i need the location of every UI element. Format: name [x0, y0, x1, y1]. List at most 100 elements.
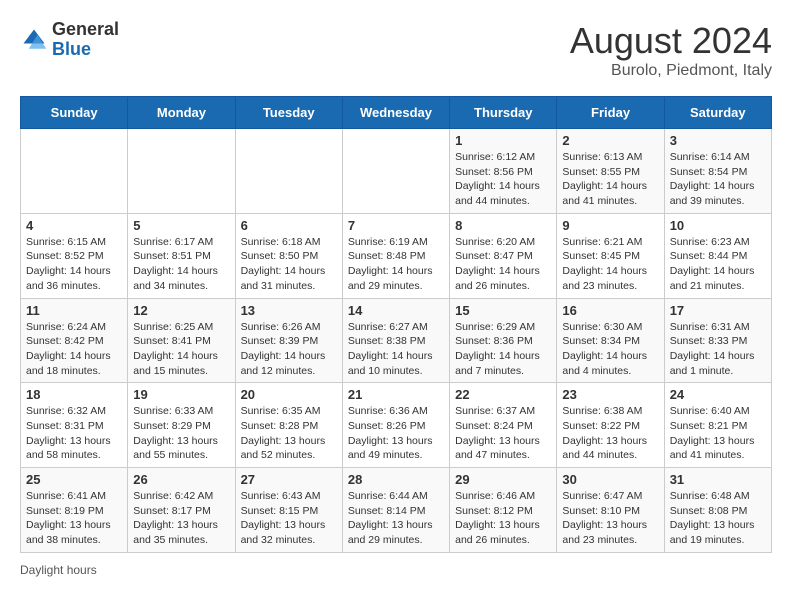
day-number: 8 — [455, 218, 551, 233]
day-number: 25 — [26, 472, 122, 487]
day-info: Sunrise: 6:47 AM Sunset: 8:10 PM Dayligh… — [562, 489, 658, 548]
day-info: Sunrise: 6:26 AM Sunset: 8:39 PM Dayligh… — [241, 320, 337, 379]
day-number: 24 — [670, 387, 766, 402]
calendar-cell: 21 Sunrise: 6:36 AM Sunset: 8:26 PM Dayli… — [342, 383, 449, 468]
calendar-cell: 8Sunrise: 6:20 AM Sunset: 8:47 PM Daylig… — [450, 213, 557, 298]
day-info: Sunrise: 6:17 AM Sunset: 8:51 PM Dayligh… — [133, 235, 229, 294]
day-of-week-header: Saturday — [664, 97, 771, 129]
logo-blue-text: Blue — [52, 39, 91, 59]
calendar-cell — [235, 129, 342, 214]
day-number: 23 — [562, 387, 658, 402]
calendar-cell: 9 Sunrise: 6:21 AM Sunset: 8:45 PM Daylig… — [557, 213, 664, 298]
calendar-cell: 12 Sunrise: 6:25 AM Sunset: 8:41 PM Dayli… — [128, 298, 235, 383]
day-info: Sunrise: 6:35 AM Sunset: 8:28 PM Dayligh… — [241, 404, 337, 463]
calendar-cell: 1 Sunrise: 6:12 AM Sunset: 8:56 PM Daylig… — [450, 129, 557, 214]
day-info: Sunrise: 6:36 AM Sunset: 8:26 PM Dayligh… — [348, 404, 444, 463]
day-number: 19 — [133, 387, 229, 402]
calendar-cell — [21, 129, 128, 214]
day-info: Sunrise: 6:38 AM Sunset: 8:22 PM Dayligh… — [562, 404, 658, 463]
day-info: Sunrise: 6:18 AM Sunset: 8:50 PM Dayligh… — [241, 235, 337, 294]
calendar-cell: 5Sunrise: 6:17 AM Sunset: 8:51 PM Daylig… — [128, 213, 235, 298]
calendar-cell: 25 Sunrise: 6:41 AM Sunset: 8:19 PM Dayli… — [21, 468, 128, 553]
day-info: Sunrise: 6:41 AM Sunset: 8:19 PM Dayligh… — [26, 489, 122, 548]
calendar-cell: 28 Sunrise: 6:44 AM Sunset: 8:14 PM Dayli… — [342, 468, 449, 553]
calendar-cell: 20 Sunrise: 6:35 AM Sunset: 8:28 PM Dayli… — [235, 383, 342, 468]
day-info: Sunrise: 6:42 AM Sunset: 8:17 PM Dayligh… — [133, 489, 229, 548]
day-info: Sunrise: 6:29 AM Sunset: 8:36 PM Dayligh… — [455, 320, 551, 379]
logo-icon — [20, 26, 48, 54]
day-number: 26 — [133, 472, 229, 487]
calendar-cell: 23 Sunrise: 6:38 AM Sunset: 8:22 PM Dayli… — [557, 383, 664, 468]
calendar-week-row: 18 Sunrise: 6:32 AM Sunset: 8:31 PM Dayli… — [21, 383, 772, 468]
day-number: 2 — [562, 133, 658, 148]
day-info: Sunrise: 6:43 AM Sunset: 8:15 PM Dayligh… — [241, 489, 337, 548]
day-number: 9 — [562, 218, 658, 233]
day-info: Sunrise: 6:46 AM Sunset: 8:12 PM Dayligh… — [455, 489, 551, 548]
calendar-cell: 6 Sunrise: 6:18 AM Sunset: 8:50 PM Daylig… — [235, 213, 342, 298]
day-number: 31 — [670, 472, 766, 487]
day-of-week-header: Wednesday — [342, 97, 449, 129]
day-number: 27 — [241, 472, 337, 487]
day-number: 28 — [348, 472, 444, 487]
day-info: Sunrise: 6:12 AM Sunset: 8:56 PM Dayligh… — [455, 150, 551, 209]
calendar-cell: 24 Sunrise: 6:40 AM Sunset: 8:21 PM Dayli… — [664, 383, 771, 468]
day-number: 22 — [455, 387, 551, 402]
day-info: Sunrise: 6:40 AM Sunset: 8:21 PM Dayligh… — [670, 404, 766, 463]
day-number: 29 — [455, 472, 551, 487]
calendar-cell: 29 Sunrise: 6:46 AM Sunset: 8:12 PM Dayli… — [450, 468, 557, 553]
calendar-cell: 17 Sunrise: 6:31 AM Sunset: 8:33 PM Dayli… — [664, 298, 771, 383]
page-header: General Blue August 2024 Burolo, Piedmon… — [20, 20, 772, 80]
legend: Daylight hours — [20, 563, 772, 577]
calendar-cell: 11Sunrise: 6:24 AM Sunset: 8:42 PM Dayli… — [21, 298, 128, 383]
day-info: Sunrise: 6:27 AM Sunset: 8:38 PM Dayligh… — [348, 320, 444, 379]
calendar-cell: 3 Sunrise: 6:14 AM Sunset: 8:54 PM Daylig… — [664, 129, 771, 214]
day-number: 20 — [241, 387, 337, 402]
day-number: 13 — [241, 303, 337, 318]
day-number: 12 — [133, 303, 229, 318]
day-info: Sunrise: 6:33 AM Sunset: 8:29 PM Dayligh… — [133, 404, 229, 463]
day-of-week-header: Sunday — [21, 97, 128, 129]
day-of-week-header: Tuesday — [235, 97, 342, 129]
calendar-cell: 4Sunrise: 6:15 AM Sunset: 8:52 PM Daylig… — [21, 213, 128, 298]
calendar-cell — [128, 129, 235, 214]
day-info: Sunrise: 6:31 AM Sunset: 8:33 PM Dayligh… — [670, 320, 766, 379]
calendar-cell: 13 Sunrise: 6:26 AM Sunset: 8:39 PM Dayli… — [235, 298, 342, 383]
calendar-week-row: 25 Sunrise: 6:41 AM Sunset: 8:19 PM Dayli… — [21, 468, 772, 553]
day-info: Sunrise: 6:25 AM Sunset: 8:41 PM Dayligh… — [133, 320, 229, 379]
calendar-week-row: 11Sunrise: 6:24 AM Sunset: 8:42 PM Dayli… — [21, 298, 772, 383]
day-number: 6 — [241, 218, 337, 233]
day-info: Sunrise: 6:14 AM Sunset: 8:54 PM Dayligh… — [670, 150, 766, 209]
day-info: Sunrise: 6:30 AM Sunset: 8:34 PM Dayligh… — [562, 320, 658, 379]
day-info: Sunrise: 6:48 AM Sunset: 8:08 PM Dayligh… — [670, 489, 766, 548]
day-number: 18 — [26, 387, 122, 402]
calendar-week-row: 1 Sunrise: 6:12 AM Sunset: 8:56 PM Daylig… — [21, 129, 772, 214]
calendar-header-row: SundayMondayTuesdayWednesdayThursdayFrid… — [21, 97, 772, 129]
day-info: Sunrise: 6:37 AM Sunset: 8:24 PM Dayligh… — [455, 404, 551, 463]
month-year: August 2024 — [570, 20, 772, 62]
day-number: 30 — [562, 472, 658, 487]
day-info: Sunrise: 6:19 AM Sunset: 8:48 PM Dayligh… — [348, 235, 444, 294]
day-number: 15 — [455, 303, 551, 318]
calendar-cell: 22 Sunrise: 6:37 AM Sunset: 8:24 PM Dayli… — [450, 383, 557, 468]
day-of-week-header: Friday — [557, 97, 664, 129]
day-info: Sunrise: 6:15 AM Sunset: 8:52 PM Dayligh… — [26, 235, 122, 294]
day-of-week-header: Monday — [128, 97, 235, 129]
day-number: 17 — [670, 303, 766, 318]
calendar-cell: 10Sunrise: 6:23 AM Sunset: 8:44 PM Dayli… — [664, 213, 771, 298]
title-block: August 2024 Burolo, Piedmont, Italy — [570, 20, 772, 80]
calendar-cell: 26 Sunrise: 6:42 AM Sunset: 8:17 PM Dayli… — [128, 468, 235, 553]
day-info: Sunrise: 6:21 AM Sunset: 8:45 PM Dayligh… — [562, 235, 658, 294]
day-info: Sunrise: 6:44 AM Sunset: 8:14 PM Dayligh… — [348, 489, 444, 548]
location: Burolo, Piedmont, Italy — [570, 62, 772, 80]
day-number: 1 — [455, 133, 551, 148]
calendar-table: SundayMondayTuesdayWednesdayThursdayFrid… — [20, 96, 772, 553]
calendar-cell: 18 Sunrise: 6:32 AM Sunset: 8:31 PM Dayli… — [21, 383, 128, 468]
daylight-hours-label: Daylight hours — [20, 563, 97, 577]
day-info: Sunrise: 6:32 AM Sunset: 8:31 PM Dayligh… — [26, 404, 122, 463]
logo: General Blue — [20, 20, 119, 60]
day-number: 3 — [670, 133, 766, 148]
calendar-cell: 7Sunrise: 6:19 AM Sunset: 8:48 PM Daylig… — [342, 213, 449, 298]
calendar-cell: 19 Sunrise: 6:33 AM Sunset: 8:29 PM Dayli… — [128, 383, 235, 468]
day-number: 11 — [26, 303, 122, 318]
day-number: 21 — [348, 387, 444, 402]
